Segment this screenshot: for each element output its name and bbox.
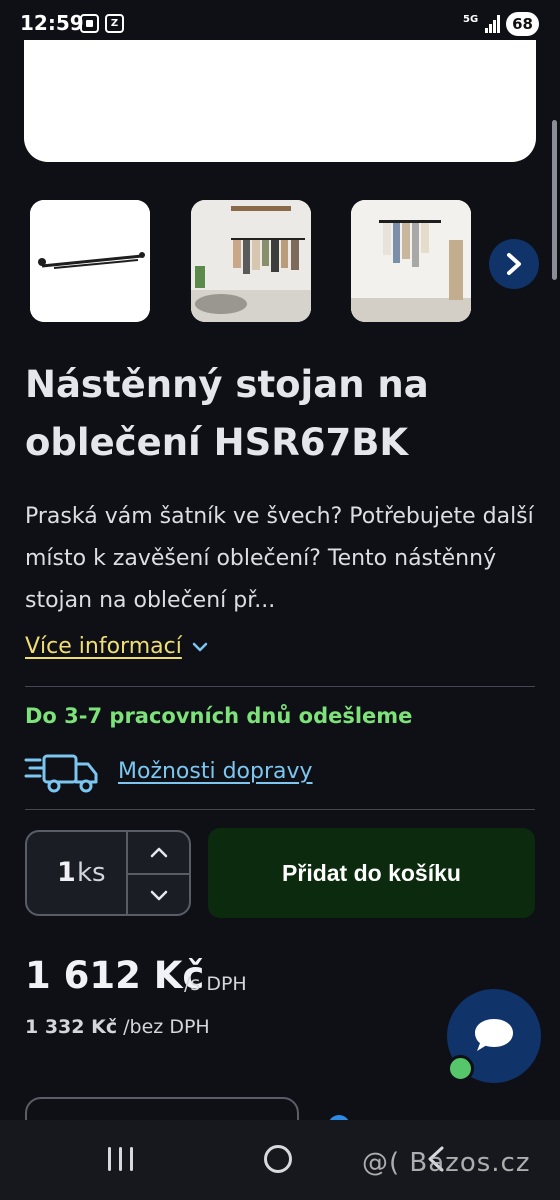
status-time: 12:59 [20, 11, 84, 35]
more-info-toggle[interactable]: Více informací [25, 634, 208, 659]
recent-apps-button[interactable] [108, 1147, 134, 1171]
quantity-stepper[interactable]: 1 ks [25, 830, 191, 916]
price-with-vat-suffix: /s DPH [184, 973, 247, 995]
product-main-image[interactable] [24, 40, 536, 162]
home-button[interactable] [264, 1145, 292, 1173]
chevron-right-icon [507, 253, 521, 275]
quantity-value[interactable]: 1 [57, 857, 76, 888]
chat-bubble-icon [475, 1019, 513, 1051]
add-to-cart-button[interactable]: Přidat do košíku [208, 828, 535, 918]
quantity-increase-button[interactable] [128, 832, 189, 872]
product-photo-rail-image [30, 200, 150, 322]
price-without-vat-line: 1 332 Kč /bez DPH [25, 1016, 210, 1038]
price-without-vat: 1 332 Kč [25, 1016, 118, 1038]
network-type: 5G [463, 14, 479, 25]
chevron-down-icon [192, 642, 208, 651]
product-title: Nástěnný stojan na oblečení HSR67BK [25, 363, 429, 464]
more-info-label[interactable]: Více informací [25, 634, 182, 659]
shipping-options-link[interactable]: Možnosti dopravy [118, 759, 313, 784]
thumbnail-room[interactable] [191, 200, 311, 322]
chevron-up-icon [150, 847, 167, 857]
divider [25, 809, 535, 810]
scrollbar[interactable] [552, 120, 557, 280]
screenshot-icon [80, 14, 99, 33]
price-without-vat-suffix: /bez DPH [123, 1016, 210, 1038]
thumbnail-wall[interactable] [351, 200, 471, 322]
thumbnail-rail[interactable] [30, 200, 150, 322]
price-with-vat: 1 612 Kč [25, 954, 205, 997]
product-photo-room-image [191, 200, 311, 322]
quantity-decrease-button[interactable] [128, 875, 189, 915]
delivery-truck-icon [24, 754, 98, 793]
battery-indicator: 68 [506, 12, 539, 36]
notification-app-icon: Z [105, 14, 124, 33]
bazos-watermark: @( Bazos.cz [362, 1148, 531, 1178]
product-description: Praská vám šatník ve švech? Potřebujete … [25, 504, 534, 613]
gallery-next-button[interactable] [489, 239, 539, 289]
product-photo-wall-image [351, 200, 471, 322]
quantity-unit: ks [77, 858, 106, 888]
divider [25, 686, 535, 687]
online-status-dot [447, 1055, 474, 1082]
shipping-time: Do 3-7 pracovních dnů odešleme [25, 704, 413, 728]
chevron-down-icon [150, 890, 167, 900]
signal-icon [485, 15, 501, 33]
